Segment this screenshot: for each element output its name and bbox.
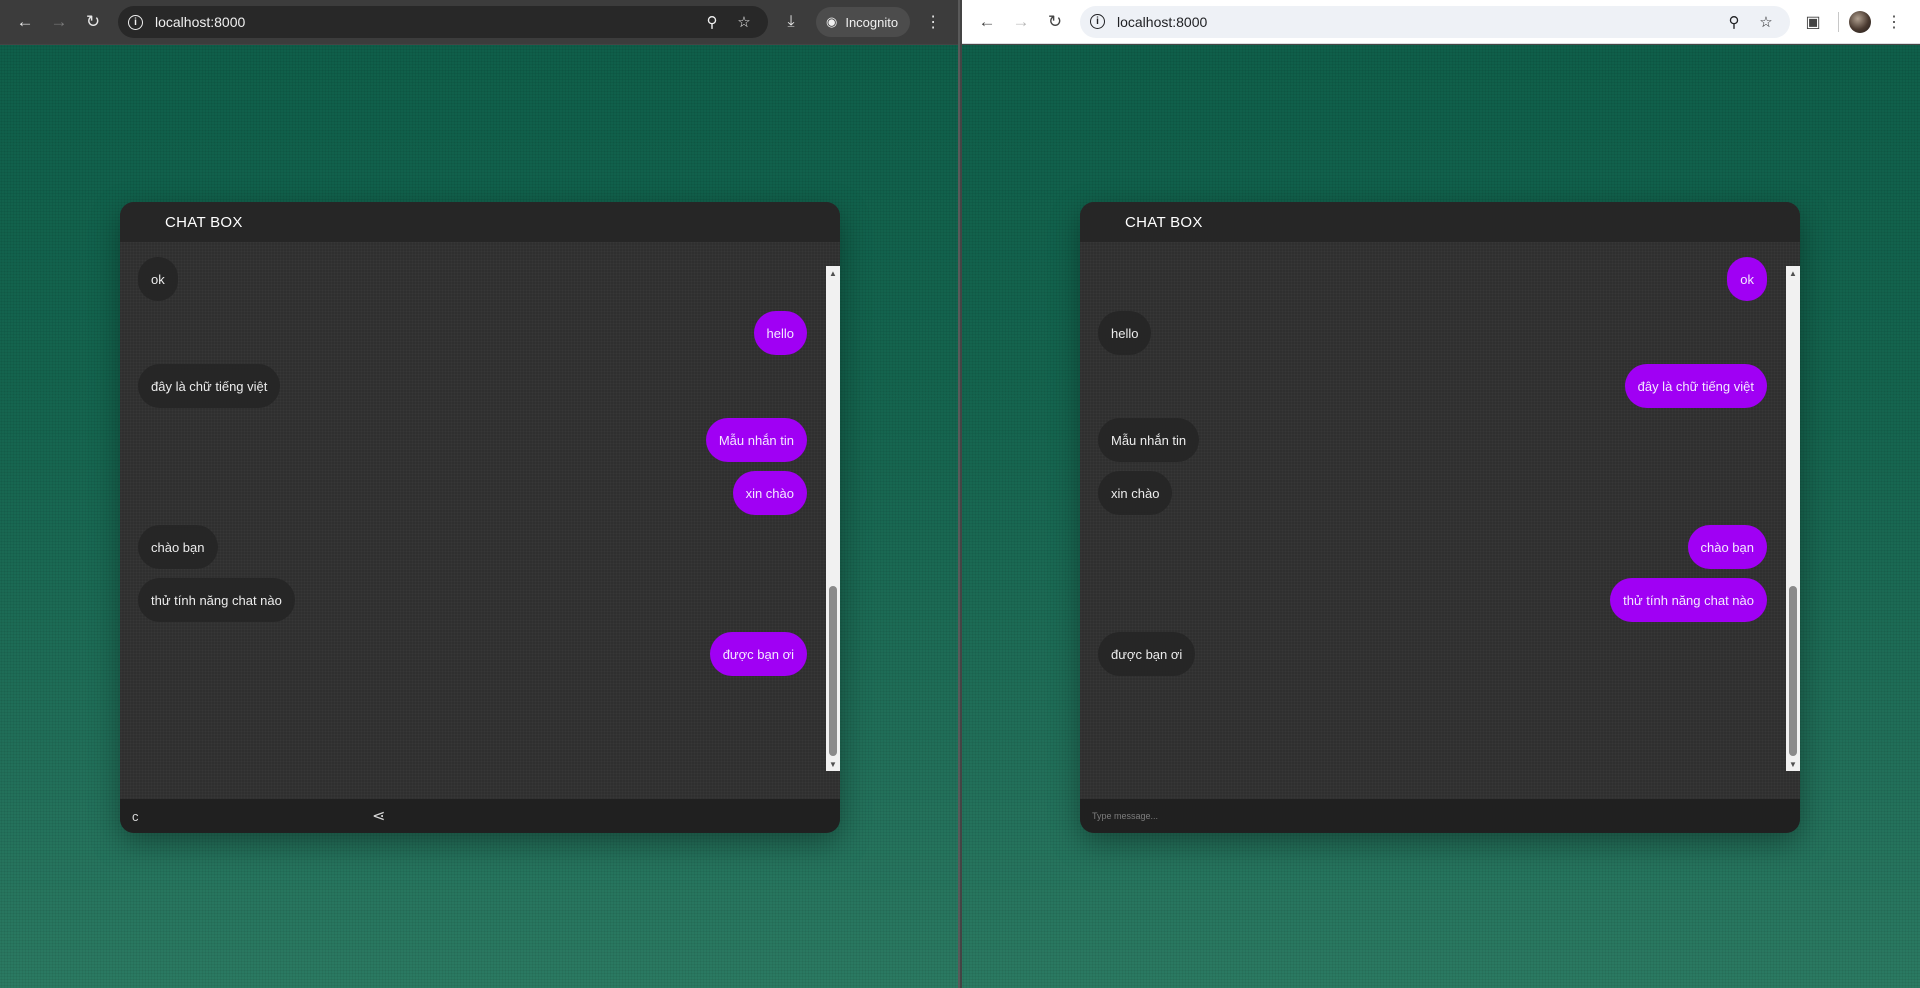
message-bubble: hello [753, 311, 807, 355]
message-bubble: đây là chữ tiếng việt [138, 364, 281, 408]
scroll-down-icon[interactable]: ▼ [1786, 757, 1800, 771]
address-bar[interactable]: i localhost:8000 ⚲ ☆ [1080, 5, 1790, 38]
right-browser-window: ← → ↻ i localhost:8000 ⚲ ☆ ▣ ⋮ CHAT BOX … [962, 0, 1920, 988]
message-bubble: được bạn ơi [709, 632, 807, 676]
message-scrollbar[interactable]: ▲ ▼ [826, 266, 840, 771]
message-input[interactable] [1080, 799, 1800, 833]
message-bubble: thử tính năng chat nào [138, 578, 295, 622]
incognito-icon: ◉ [826, 14, 838, 29]
star-icon[interactable]: ☆ [730, 8, 758, 36]
arrow-left-icon[interactable]: ← [8, 5, 42, 39]
text-cursor-icon: ⋖ [372, 808, 386, 825]
left-browser-window: ← → ↻ i localhost:8000 ⚲ ☆ ⤓ ◉ Incognito… [0, 0, 960, 988]
message-bubble: Mẫu nhắn tin [1098, 418, 1200, 462]
page-viewport: CHAT BOX ok hello đây là chữ tiếng việt … [0, 45, 958, 988]
toolbar-divider [1838, 11, 1839, 32]
address-url: localhost:8000 [1117, 13, 1208, 30]
info-icon[interactable]: i [128, 14, 143, 30]
kebab-menu-icon[interactable]: ⋮ [916, 5, 950, 39]
chat-header-title: CHAT BOX [1080, 202, 1800, 242]
address-url: localhost:8000 [155, 14, 246, 30]
incognito-label: Incognito [845, 14, 899, 30]
avatar[interactable] [1849, 10, 1871, 33]
chat-header-title: CHAT BOX [120, 202, 840, 242]
message-bubble: ok [1727, 257, 1767, 301]
star-icon[interactable]: ☆ [1752, 8, 1780, 36]
puzzle-icon[interactable]: ▣ [1796, 5, 1830, 39]
arrow-left-icon[interactable]: ← [970, 5, 1004, 39]
reload-icon[interactable]: ↻ [76, 5, 110, 39]
kebab-menu-icon[interactable]: ⋮ [1877, 5, 1911, 39]
message-bubble: hello [1098, 311, 1152, 355]
scroll-up-icon[interactable]: ▲ [826, 266, 840, 280]
download-icon[interactable]: ⤓ [774, 5, 808, 39]
message-bubble: thử tính năng chat nào [1610, 578, 1767, 622]
incognito-badge[interactable]: ◉ Incognito [816, 7, 911, 37]
message-bubble: được bạn ơi [1098, 632, 1196, 676]
message-input[interactable] [120, 799, 840, 833]
arrow-right-icon[interactable]: → [42, 5, 76, 39]
message-scrollbar[interactable]: ▲ ▼ [1786, 266, 1800, 771]
message-bubble: chào bạn [1687, 525, 1767, 569]
address-bar[interactable]: i localhost:8000 ⚲ ☆ [118, 6, 768, 38]
scroll-up-icon[interactable]: ▲ [1786, 266, 1800, 280]
message-bubble: Mẫu nhắn tin [705, 418, 807, 462]
message-list: ok hello đây là chữ tiếng việt Mẫu nhắn … [1080, 242, 1800, 792]
message-list: ok hello đây là chữ tiếng việt Mẫu nhắn … [120, 242, 840, 792]
message-bubble: xin chào [1098, 471, 1173, 515]
message-bubble: chào bạn [138, 525, 218, 569]
chat-box: CHAT BOX ok hello đây là chữ tiếng việt … [120, 202, 840, 833]
scroll-down-icon[interactable]: ▼ [826, 757, 840, 771]
browser-toolbar: ← → ↻ i localhost:8000 ⚲ ☆ ▣ ⋮ [962, 0, 1920, 44]
message-bubble: xin chào [732, 471, 807, 515]
chat-box: CHAT BOX ok hello đây là chữ tiếng việt … [1080, 202, 1800, 833]
browser-toolbar: ← → ↻ i localhost:8000 ⚲ ☆ ⤓ ◉ Incognito… [0, 0, 958, 44]
zoom-icon[interactable]: ⚲ [698, 8, 726, 36]
message-bubble: đây là chữ tiếng việt [1624, 364, 1767, 408]
message-input-area: ⋖ [120, 799, 840, 833]
zoom-icon[interactable]: ⚲ [1720, 8, 1748, 36]
reload-icon[interactable]: ↻ [1038, 5, 1072, 39]
message-bubble: ok [138, 257, 178, 301]
scrollbar-thumb[interactable] [1789, 586, 1797, 756]
info-icon[interactable]: i [1090, 14, 1105, 29]
scrollbar-thumb[interactable] [829, 586, 837, 756]
message-input-area [1080, 799, 1800, 833]
arrow-right-icon[interactable]: → [1004, 5, 1038, 39]
page-viewport: CHAT BOX ok hello đây là chữ tiếng việt … [962, 45, 1920, 988]
